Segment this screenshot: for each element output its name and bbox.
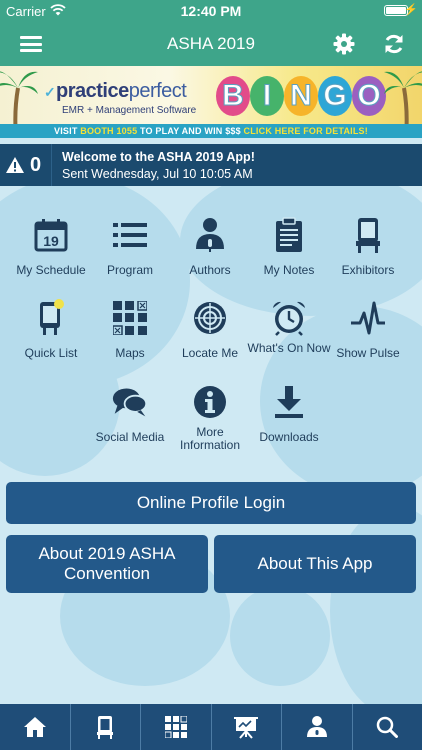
info-icon bbox=[192, 383, 228, 421]
tile-label: Quick List bbox=[24, 346, 78, 360]
search-icon bbox=[377, 716, 399, 738]
clock: 12:40 PM bbox=[180, 3, 242, 19]
sponsor-banner[interactable]: ✓ practiceperfect EMR + Management Softw… bbox=[0, 66, 422, 138]
chat-bubbles-icon bbox=[112, 383, 148, 421]
tile-social-media[interactable]: Social Media bbox=[88, 383, 172, 461]
tile-label: Locate Me bbox=[181, 346, 239, 360]
booth-icon bbox=[350, 216, 386, 254]
tile-exhibitors[interactable]: Exhibitors bbox=[326, 216, 410, 294]
alert-counter: 0 bbox=[0, 144, 52, 186]
page-title: ASHA 2019 bbox=[167, 34, 255, 53]
speaker-icon bbox=[306, 716, 327, 737]
tab-home[interactable] bbox=[0, 704, 71, 750]
about-convention-button[interactable]: About 2019 ASHA Convention bbox=[6, 535, 208, 593]
status-bar: Carrier 12:40 PM ⚡ bbox=[0, 0, 422, 22]
gear-icon[interactable] bbox=[332, 32, 356, 56]
banner-ribbon: VISIT BOOTH 1055 TO PLAY AND WIN $$$ CLI… bbox=[0, 124, 422, 138]
tile-my-schedule[interactable]: 19 My Schedule bbox=[9, 216, 93, 294]
map-grid-icon bbox=[112, 299, 148, 337]
alert-notification[interactable]: 0 Welcome to the ASHA 2019 App! Sent Wed… bbox=[0, 144, 422, 186]
tile-label: Maps bbox=[115, 346, 145, 360]
tile-show-pulse[interactable]: Show Pulse bbox=[326, 299, 410, 377]
bingo-letter: G bbox=[318, 76, 352, 116]
bingo-letter: N bbox=[284, 76, 318, 116]
pulse-icon bbox=[350, 299, 386, 337]
nav-bar: ASHA 2019 bbox=[0, 22, 422, 66]
home-icon bbox=[23, 717, 46, 737]
tile-label: What's On Now bbox=[247, 341, 331, 355]
alert-count: 0 bbox=[30, 154, 42, 176]
tile-label: Show Pulse bbox=[336, 346, 400, 360]
calendar-icon: 19 bbox=[33, 216, 69, 254]
list-icon bbox=[112, 216, 148, 254]
bingo-logo: BINGO bbox=[216, 76, 386, 116]
bingo-letter: I bbox=[250, 76, 284, 116]
tile-more-information[interactable]: More Information bbox=[168, 383, 252, 461]
tile-quick-list[interactable]: Quick List bbox=[9, 299, 93, 377]
tile-label: My Notes bbox=[263, 263, 315, 277]
tile-label: More Information bbox=[179, 425, 241, 452]
bottom-tab-bar bbox=[0, 704, 422, 750]
tile-program[interactable]: Program bbox=[88, 216, 172, 294]
speaker-icon bbox=[192, 216, 228, 254]
svg-text:19: 19 bbox=[43, 233, 59, 249]
background-blob bbox=[230, 586, 330, 686]
check-mark-icon: ✓ bbox=[44, 84, 56, 100]
phone-icon bbox=[97, 716, 114, 739]
about-app-button[interactable]: About This App bbox=[214, 535, 416, 593]
charging-icon: ⚡ bbox=[404, 4, 418, 16]
brand-tagline: EMR + Management Software bbox=[62, 105, 197, 116]
tile-locate-me[interactable]: Locate Me bbox=[168, 299, 252, 377]
online-profile-login-button[interactable]: Online Profile Login bbox=[6, 482, 416, 524]
tile-label: Downloads bbox=[259, 430, 319, 444]
main-content: 19 My Schedule Program Authors My Notes … bbox=[0, 186, 422, 704]
download-icon bbox=[271, 383, 307, 421]
tile-label: Authors bbox=[189, 263, 231, 277]
presentation-icon bbox=[234, 717, 259, 739]
grid-icon bbox=[164, 716, 187, 738]
tile-authors[interactable]: Authors bbox=[168, 216, 252, 294]
tile-whats-on-now[interactable]: What's On Now bbox=[247, 299, 331, 377]
quick-list-icon bbox=[33, 299, 69, 337]
crosshair-icon bbox=[192, 299, 228, 337]
notification-title: Welcome to the ASHA 2019 App! bbox=[62, 150, 255, 164]
tile-label: Program bbox=[106, 263, 153, 277]
bingo-letter: O bbox=[352, 76, 386, 116]
brand-logo: practiceperfect bbox=[56, 80, 187, 102]
tab-search[interactable] bbox=[353, 704, 422, 750]
tab-maps[interactable] bbox=[141, 704, 212, 750]
notification-timestamp: Sent Wednesday, Jul 10 10:05 AM bbox=[62, 167, 253, 181]
tab-presentations[interactable] bbox=[212, 704, 282, 750]
refresh-icon[interactable] bbox=[382, 32, 406, 56]
tile-maps[interactable]: Maps bbox=[88, 299, 172, 377]
tile-downloads[interactable]: Downloads bbox=[247, 383, 331, 461]
tile-label: My Schedule bbox=[16, 263, 86, 277]
tab-schedule[interactable] bbox=[71, 704, 141, 750]
alarm-clock-icon bbox=[271, 299, 307, 337]
tile-label: Social Media bbox=[95, 430, 165, 444]
tab-authors[interactable] bbox=[282, 704, 353, 750]
bingo-letter: B bbox=[216, 76, 250, 116]
clipboard-icon bbox=[271, 216, 307, 254]
tile-label: Exhibitors bbox=[341, 263, 395, 277]
warning-icon bbox=[6, 157, 24, 173]
tile-my-notes[interactable]: My Notes bbox=[247, 216, 331, 294]
